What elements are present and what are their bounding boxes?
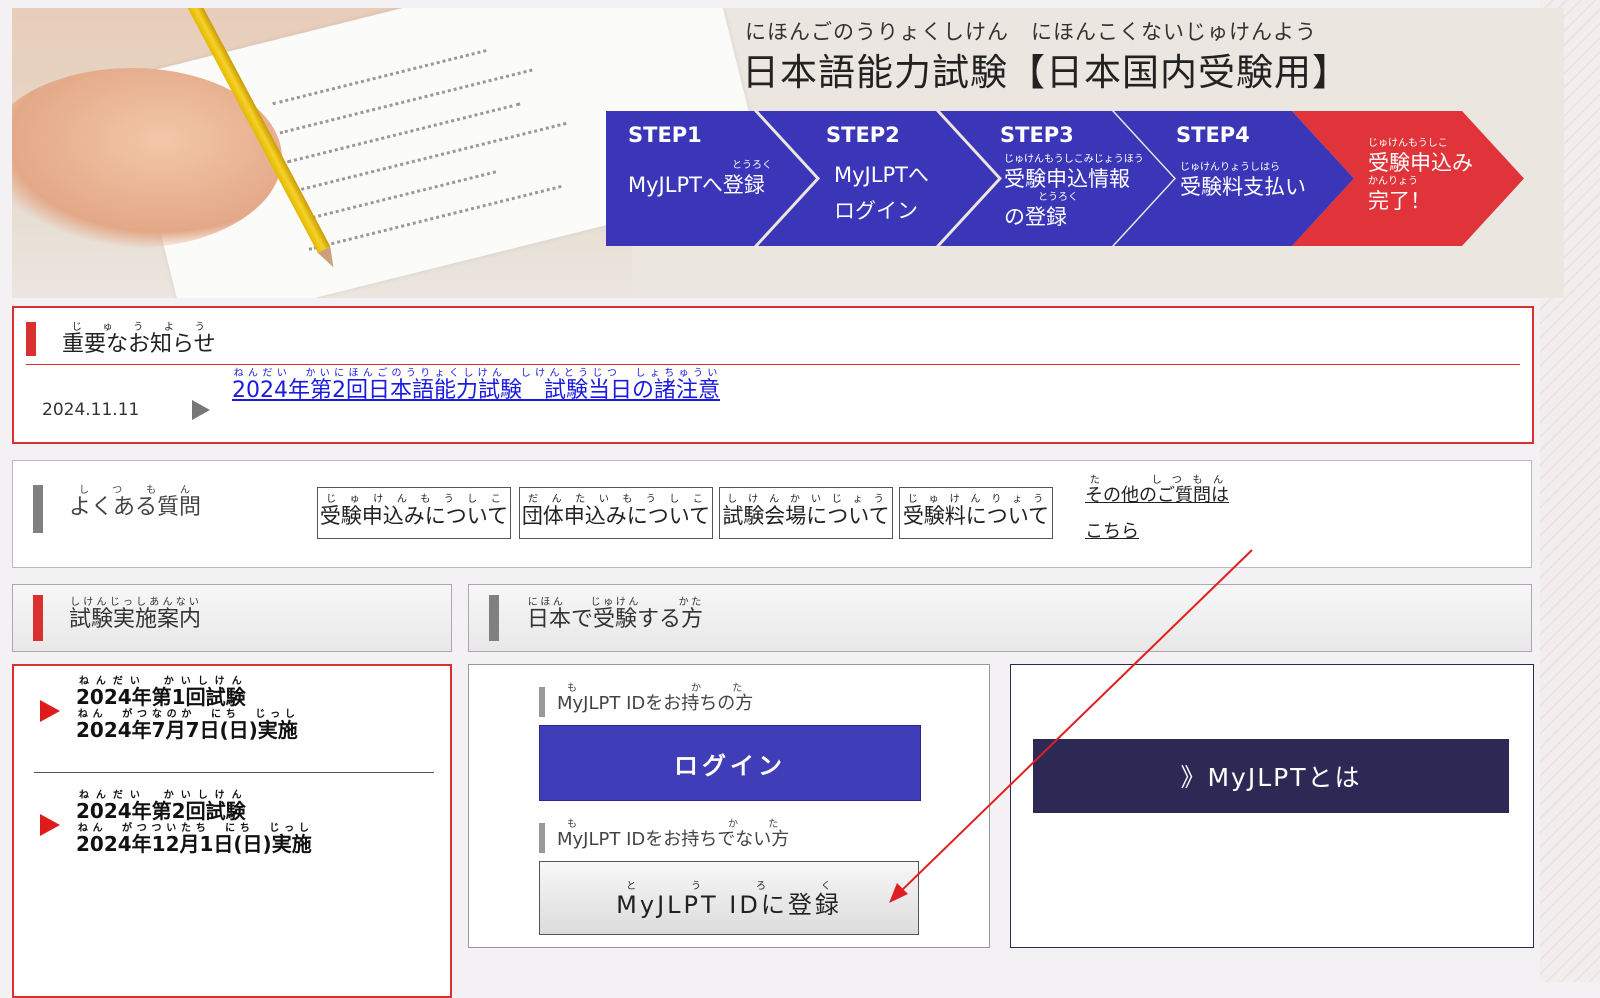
step-number: STEP1: [628, 123, 702, 147]
domestic-title: 日本で受験する方にほん じゅけん かた: [527, 597, 704, 632]
no-id-label: MyJLPT IDをお持ちでない方も かた: [557, 819, 790, 850]
notice-date: 2024.11.11: [42, 400, 140, 420]
step-number: STEP3: [1000, 123, 1074, 147]
section-marker: [539, 687, 545, 717]
exam-text: 2024年第1回試験ねんだい かいしけん 2024年7月7日(日)実施ねん がつ…: [76, 676, 298, 742]
section-marker: [539, 823, 545, 853]
step-label: とうろく MyJLPTへ登録: [628, 160, 772, 197]
about-myjlpt-button[interactable]: 》MyJLPTとは: [1033, 739, 1509, 813]
faq-application-button[interactable]: 受験申込みについてじゅけんもうしこ: [317, 487, 511, 539]
exam-info-header: 試験実施案内しけんじっしあんない: [12, 584, 452, 652]
step-label: じゅけんもうしこみじょうほう 受験申込情報 とうろく の登録: [1004, 154, 1144, 229]
divider: [34, 772, 434, 773]
play-arrow-icon: [40, 814, 60, 836]
divider: [26, 364, 1520, 365]
faq-venue-button[interactable]: 試験会場についてしけんかいじょう: [719, 487, 893, 539]
domestic-header: 日本で受験する方にほん じゅけん かた: [468, 584, 1532, 652]
site-title: 日本語能力試験【日本国内受験用】: [742, 51, 1350, 94]
step-label: じゅけんもうしこ 受験申込み かんりょう 完了！: [1368, 138, 1473, 213]
important-notice-panel: 重要なお知らせじゅうよう 2024.11.11 2024年第2回日本語能力試験 …: [12, 306, 1534, 444]
exam-info-title: 試験実施案内しけんじっしあんない: [69, 597, 202, 632]
section-marker: [489, 595, 499, 641]
faq-fee-button[interactable]: 受験料についてじゅけんりょう: [899, 487, 1053, 539]
faq-group-button[interactable]: 団体申込みについてだんたいもうしこ: [519, 487, 713, 539]
register-id-button[interactable]: MyJLPT IDに登録とうろく: [539, 861, 919, 935]
step-label: じゅけんりょうしはら 受験料支払い: [1180, 162, 1306, 199]
header-photo: [12, 8, 768, 298]
login-button[interactable]: ログイン: [539, 725, 921, 801]
about-panel: 》MyJLPTとは: [1010, 664, 1534, 948]
section-marker: [33, 485, 43, 533]
faq-title: よくある質問しつもん: [69, 485, 202, 520]
faq-other-link[interactable]: その他のご質問はた しつもん こちら: [1085, 475, 1229, 550]
play-arrow-icon: [40, 700, 60, 722]
play-arrow-icon: [192, 400, 210, 420]
login-panel: MyJLPT IDをお持ちの方も かた ログイン MyJLPT IDをお持ちでな…: [468, 664, 990, 948]
section-marker: [33, 595, 43, 641]
step-label: MyJLPTへ ログイン: [834, 163, 929, 223]
section-marker: [26, 322, 36, 356]
have-id-label: MyJLPT IDをお持ちの方も かた: [557, 683, 754, 714]
step-number: STEP4: [1176, 123, 1250, 147]
exam-schedule-panel: 2024年第1回試験ねんだい かいしけん 2024年7月7日(日)実施ねん がつ…: [12, 664, 452, 998]
notice-link[interactable]: 2024年第2回日本語能力試験 試験当日の諸注意ねんだい かいにほんごのうりょく…: [232, 368, 720, 404]
header-banner: にほんごのうりょくしけん にほんこくないじゅけんよう 日本語能力試験【日本国内受…: [12, 8, 1564, 298]
step-number: STEP2: [826, 123, 900, 147]
notice-title: 重要なお知らせじゅうよう: [62, 322, 216, 357]
faq-panel: よくある質問しつもん 受験申込みについてじゅけんもうしこ 団体申込みについてだん…: [12, 460, 1532, 568]
exam-text: 2024年第2回試験ねんだい かいしけん 2024年12月1日(日)実施ねん が…: [76, 790, 312, 856]
